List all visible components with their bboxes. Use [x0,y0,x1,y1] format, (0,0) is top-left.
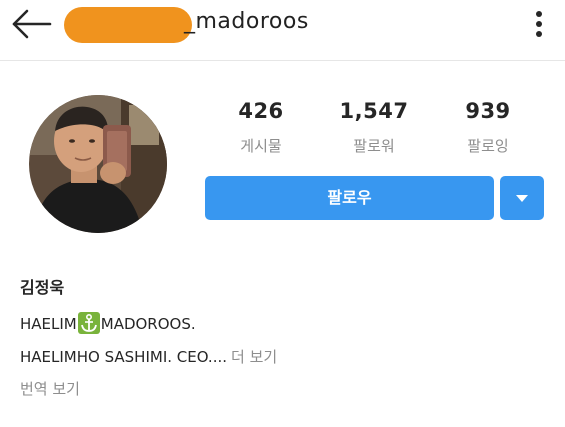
arrow-left-icon [12,9,52,39]
profile-full-name: 김정욱 [20,278,65,297]
followers-count: 1,547 [339,99,409,123]
more-vertical-icon [536,11,542,17]
bio-line-1: HAELIM MADOROOS. [20,312,196,336]
profile-username: _madoroos [184,9,309,34]
profile-avatar[interactable] [29,95,167,233]
posts-count: 426 [238,99,284,123]
anchor-emoji-icon [77,312,100,334]
see-translation-link[interactable]: 번역 보기 [20,377,80,401]
following-count: 939 [465,99,511,123]
following-label: 팔로잉 [467,137,509,155]
redaction-mark [64,7,192,43]
profile-photo [29,95,167,233]
back-button[interactable] [8,6,54,42]
bio-line-2: HAELIMHO SASHIMI. CEO.... 더 보기 [20,345,277,369]
bio-more-link[interactable]: 더 보기 [231,348,277,366]
posts-label: 게시물 [240,137,282,155]
more-options-button[interactable] [528,8,550,40]
suggested-accounts-button[interactable] [500,176,544,220]
bio-line-2-text: HAELIMHO SASHIMI. CEO.... [20,348,228,366]
stat-posts[interactable]: 426 게시물 [206,94,316,158]
stat-following[interactable]: 939 팔로잉 [433,94,543,158]
followers-label: 팔로워 [353,137,395,155]
follow-button[interactable]: 팔로우 [205,176,494,220]
stat-followers[interactable]: 1,547 팔로워 [319,94,429,158]
caret-down-icon [516,195,528,202]
bio-line-1-end: MADOROOS. [100,315,196,333]
top-bar: _madoroos [0,0,565,61]
bio-line-1-start: HAELIM [20,315,77,333]
